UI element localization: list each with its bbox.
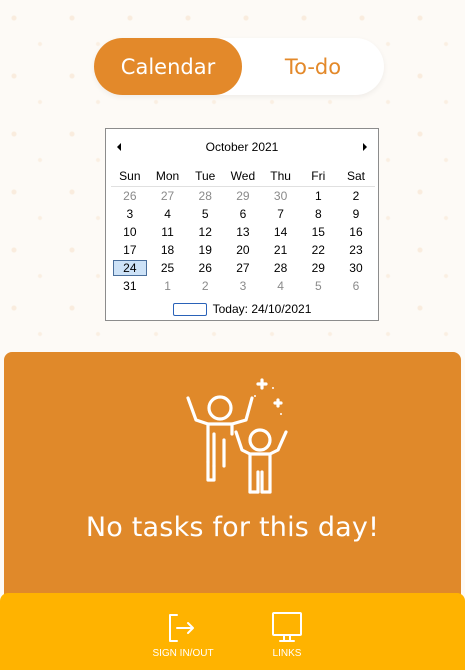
calendar-day[interactable]: 25	[149, 259, 187, 277]
today-link[interactable]: Today: 24/10/2021	[106, 300, 378, 318]
calendar-day[interactable]: 30	[337, 259, 375, 277]
calendar-header: October 2021	[106, 139, 378, 155]
calendar-day[interactable]: 30	[262, 187, 300, 205]
calendar-day[interactable]: 21	[262, 241, 300, 259]
links-label: LINKS	[272, 648, 302, 659]
view-toggle: Calendar To-do	[94, 38, 384, 95]
weekday-label: Wed	[230, 169, 256, 183]
calendar-day[interactable]: 14	[262, 223, 300, 241]
bottom-nav: SIGN IN/OUT LINKS	[0, 593, 465, 670]
weekday-label: Sat	[346, 169, 365, 183]
tasks-panel: No tasks for this day!	[4, 352, 461, 602]
calendar-day[interactable]: 6	[224, 205, 262, 223]
calendar-day[interactable]: 27	[149, 187, 187, 205]
weekday-label: Mon	[155, 169, 180, 183]
calendar-day[interactable]: 3	[224, 277, 262, 295]
calendar-day[interactable]: 5	[299, 277, 337, 295]
calendar-day[interactable]: 11	[149, 223, 187, 241]
weekday-label: Sun	[119, 169, 141, 183]
calendar-day[interactable]: 1	[149, 277, 187, 295]
weekday-label: Thu	[270, 169, 291, 183]
calendar-day[interactable]: 28	[186, 187, 224, 205]
calendar-week-row: 3456789	[111, 205, 375, 223]
calendar-week-row: 17 18 19 20 21 22 23	[111, 241, 375, 259]
calendar-day[interactable]: 18	[149, 241, 187, 259]
calendar-day[interactable]: 13	[224, 223, 262, 241]
sign-in-out-button[interactable]: SIGN IN/OUT	[138, 609, 228, 659]
calendar-tab[interactable]: Calendar	[94, 38, 242, 95]
calendar-day[interactable]: 2	[186, 277, 224, 295]
next-month-icon[interactable]	[360, 141, 370, 153]
monitor-icon	[272, 612, 302, 642]
calendar-day[interactable]: 29	[224, 187, 262, 205]
calendar-day[interactable]: 12	[186, 223, 224, 241]
calendar-day[interactable]: 7	[262, 205, 300, 223]
calendar-week-row: 10 11 12 13 14 15 16	[111, 223, 375, 241]
celebrating-people-icon	[186, 378, 288, 494]
calendar-day[interactable]: 5	[186, 205, 224, 223]
today-label: Today: 24/10/2021	[212, 302, 312, 316]
calendar-day[interactable]: 26	[111, 187, 149, 205]
calendar-day[interactable]: 3	[111, 205, 149, 223]
empty-state-message: No tasks for this day!	[85, 512, 380, 543]
weekday-header-row: Sun Mon Tue Wed Thu Fri Sat	[111, 167, 375, 187]
calendar-day[interactable]: 26	[186, 259, 224, 277]
calendar-day[interactable]: 10	[111, 223, 149, 241]
calendar-day[interactable]: 15	[299, 223, 337, 241]
sign-in-out-label: SIGN IN/OUT	[152, 648, 214, 659]
calendar-day[interactable]: 20	[224, 241, 262, 259]
calendar-day[interactable]: 8	[299, 205, 337, 223]
calendar-week-row: 26 27 28 29 30 1 2	[111, 187, 375, 205]
calendar-week-row: 24 25 26 27 28 29 30	[111, 259, 375, 277]
todo-tab[interactable]: To-do	[242, 38, 384, 95]
calendar-day[interactable]: 2	[337, 187, 375, 205]
calendar-day[interactable]: 4	[262, 277, 300, 295]
weekday-label: Fri	[311, 169, 326, 183]
calendar-day[interactable]: 6	[337, 277, 375, 295]
month-calendar: October 2021 Sun Mon Tue Wed Thu Fri Sat 26 27 28…	[105, 128, 379, 321]
month-title[interactable]: October 2021	[106, 139, 378, 155]
calendar-day[interactable]: 31	[111, 277, 149, 295]
calendar-day[interactable]: 19	[186, 241, 224, 259]
calendar-grid: Sun Mon Tue Wed Thu Fri Sat 26 27 28 29 30 1 2 3 4 5 6 7 8 9…	[111, 167, 375, 295]
weekday-label: Tue	[195, 169, 216, 183]
calendar-day[interactable]: 9	[337, 205, 375, 223]
calendar-day[interactable]: 22	[299, 241, 337, 259]
links-button[interactable]: LINKS	[242, 609, 332, 659]
selected-calendar-day[interactable]: 24	[111, 259, 149, 277]
calendar-day[interactable]: 16	[337, 223, 375, 241]
calendar-day[interactable]: 27	[224, 259, 262, 277]
calendar-day[interactable]: 29	[299, 259, 337, 277]
today-marker	[172, 302, 207, 316]
calendar-day[interactable]: 1	[299, 187, 337, 205]
calendar-week-row: 31 1 2 3 4 5 6	[111, 277, 375, 295]
calendar-day[interactable]: 17	[111, 241, 149, 259]
sign-in-out-icon	[169, 614, 194, 642]
calendar-day[interactable]: 4	[149, 205, 187, 223]
calendar-day[interactable]: 28	[262, 259, 300, 277]
calendar-day[interactable]: 23	[337, 241, 375, 259]
